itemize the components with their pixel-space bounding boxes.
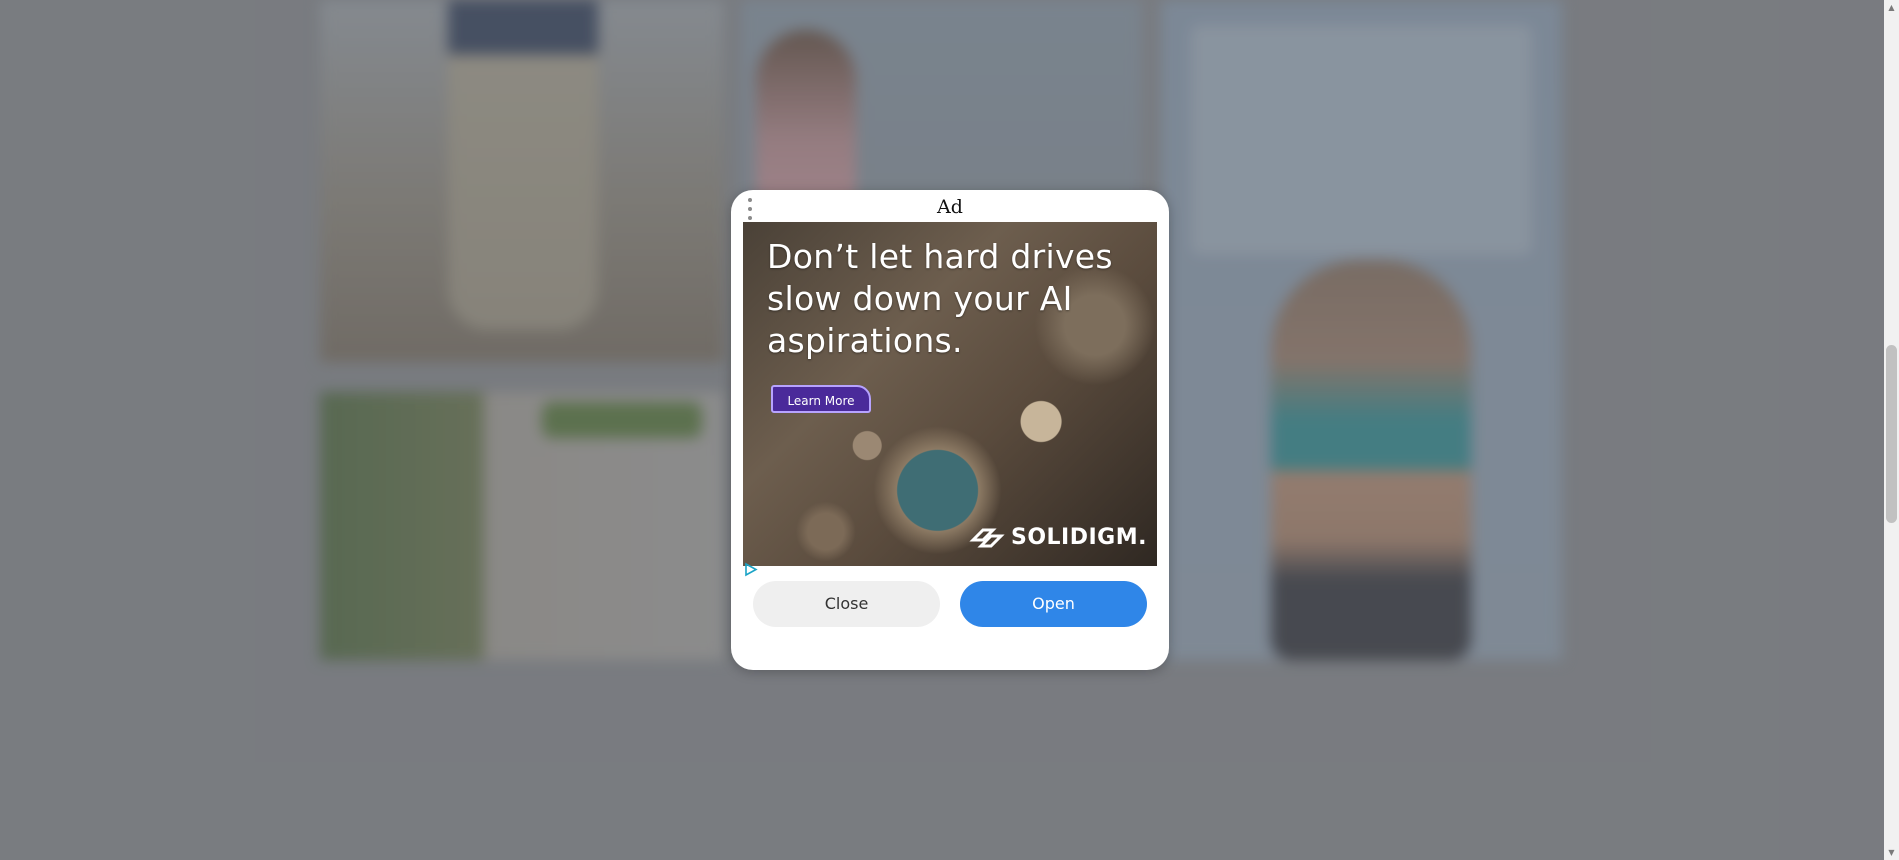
adchoices-icon[interactable] — [743, 562, 758, 577]
ad-creative-image[interactable]: Don’t let hard drives slow down your AI … — [743, 222, 1157, 566]
ad-label: Ad — [937, 196, 963, 218]
close-button[interactable]: Close — [753, 581, 940, 627]
scrollbar-thumb[interactable] — [1886, 345, 1897, 523]
scroll-down-arrow-icon[interactable]: ▼ — [1884, 845, 1899, 860]
brand-logo: SOLIDIGM. — [969, 522, 1147, 552]
ad-interstitial-dialog: Ad Don’t let hard drives slow down your … — [731, 190, 1169, 670]
ad-headline: Don’t let hard drives slow down your AI … — [767, 237, 1113, 360]
open-button[interactable]: Open — [960, 581, 1147, 627]
learn-more-button[interactable]: Learn More — [771, 385, 871, 413]
solidigm-logo-icon — [969, 528, 1005, 548]
scroll-up-arrow-icon[interactable]: ▲ — [1884, 0, 1899, 15]
brand-name: SOLIDIGM. — [1010, 524, 1147, 550]
page-scrollbar[interactable]: ▲ ▼ — [1884, 0, 1899, 860]
